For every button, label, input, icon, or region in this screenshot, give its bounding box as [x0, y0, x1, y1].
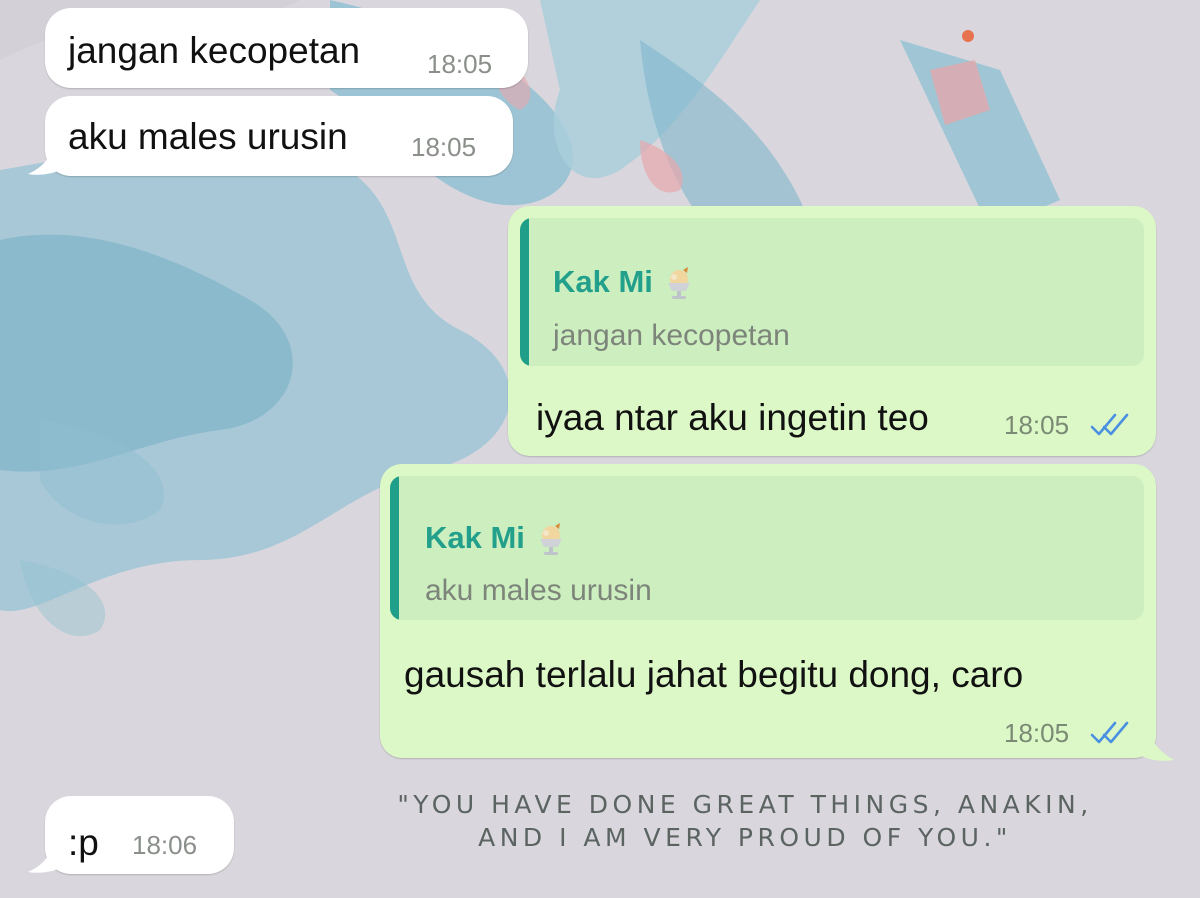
read-receipt-double-check-icon: [1090, 721, 1129, 744]
incoming-message-bubble[interactable]: aku males urusin 18:05: [45, 96, 513, 176]
bubble-tail: [28, 836, 64, 873]
incoming-message-bubble[interactable]: jangan kecopetan 18:05: [45, 8, 528, 88]
reply-quote[interactable]: Kak Mi aku males urusin: [390, 476, 1144, 620]
message-text: jangan kecopetan: [68, 30, 361, 71]
message-text: aku males urusin: [68, 116, 348, 157]
reply-quote-sender: Kak Mi: [553, 266, 696, 301]
outgoing-message-bubble[interactable]: Kak Mi aku males urusin gausah terlalu j…: [380, 464, 1156, 758]
reply-quote-sender: Kak Mi: [425, 522, 568, 557]
incoming-message-bubble[interactable]: :p 18:06: [45, 796, 234, 874]
ice-cream-sundae-icon: [539, 522, 562, 555]
bubble-tail: [28, 138, 64, 175]
message-timestamp: 18:05: [1004, 718, 1070, 748]
ice-cream-sundae-icon: [667, 266, 690, 299]
outgoing-message-bubble[interactable]: Kak Mi jangan kecopetan iyaa ntar aku in…: [508, 206, 1156, 456]
message-timestamp: 18:05: [411, 132, 477, 162]
wallpaper-quote-line: "YOU HAVE DONE GREAT THINGS, ANAKIN,: [397, 790, 1093, 819]
reply-quote-accent-bar: [390, 476, 399, 620]
wallpaper-quote-line: AND I AM VERY PROUD OF YOU.": [478, 823, 1012, 852]
reply-quote-text: jangan kecopetan: [553, 319, 790, 352]
reply-quote-text: aku males urusin: [425, 574, 652, 607]
message-text: :p: [68, 822, 99, 863]
message-timestamp: 18:05: [427, 49, 493, 79]
message-timestamp: 18:06: [132, 830, 198, 860]
reply-quote-accent-bar: [520, 218, 529, 366]
bubble-tail: [1138, 724, 1174, 761]
message-text: gausah terlalu jahat begitu dong, caro: [404, 654, 1024, 695]
reply-quote[interactable]: Kak Mi jangan kecopetan: [520, 218, 1144, 366]
message-text: iyaa ntar aku ingetin teo: [536, 397, 929, 438]
message-timestamp: 18:05: [1004, 410, 1070, 440]
read-receipt-double-check-icon: [1090, 413, 1129, 436]
wallpaper-quote: "YOU HAVE DONE GREAT THINGS, ANAKIN, AND…: [360, 788, 1130, 854]
